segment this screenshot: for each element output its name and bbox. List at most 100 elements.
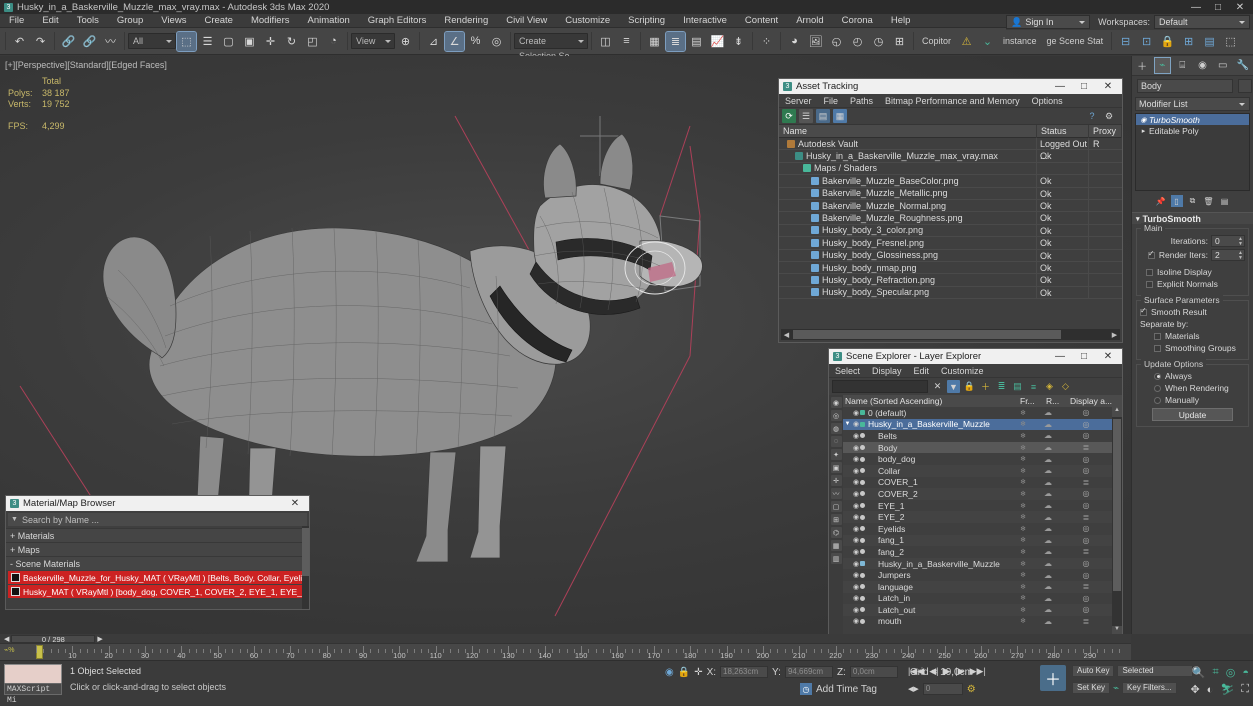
freeze-icon[interactable]: ❄ [1010, 490, 1036, 498]
copitor-label[interactable]: Copitor [917, 36, 956, 46]
freeze-icon[interactable]: ❄ [1010, 467, 1036, 475]
tab-motion[interactable]: ◉ [1195, 58, 1210, 73]
modifier-stack-item[interactable]: ◉ TurboSmooth [1136, 114, 1249, 125]
smooth-result-checkbox[interactable] [1140, 306, 1147, 316]
render-icon[interactable]: ☁ [1036, 524, 1060, 533]
unlink-selection-icon[interactable]: 🔗 [80, 32, 99, 51]
select-and-place-icon[interactable]: ◔ [324, 32, 343, 51]
asset-menu-paths[interactable]: Paths [844, 96, 879, 106]
column-header-status[interactable]: Status [1037, 124, 1089, 138]
asset-close-button[interactable]: ✕ [1096, 81, 1120, 92]
show-groups-icon[interactable]: ▢ [830, 501, 842, 512]
window-crossing-icon[interactable]: ▣ [240, 32, 259, 51]
render-icon[interactable]: ☁ [1036, 605, 1060, 614]
freeze-icon[interactable]: ❄ [1010, 444, 1036, 452]
select-container-icon[interactable]: ⬚ [1221, 32, 1240, 51]
visibility-eye-icon[interactable]: ◉ [852, 571, 860, 579]
scene-minimize-button[interactable]: — [1048, 351, 1072, 362]
select-and-rotate-icon[interactable]: ↻ [282, 32, 301, 51]
menu-item-tools[interactable]: Tools [68, 14, 108, 28]
column-header-proxy[interactable]: Proxy R [1089, 124, 1122, 149]
asset-name-cell[interactable]: Bakerville_Muzzle_BaseColor.png [779, 175, 1037, 187]
layer-row[interactable]: ◉ COVER_1 ❄ ☁ ≣ [843, 477, 1112, 489]
tab-modify[interactable]: ⌁ [1153, 57, 1171, 74]
track-bar[interactable]: ⌁% 10 20 30 40 50 60 70 80 90 100 110 120 130 140 150 1… [0, 643, 1131, 660]
display-properties-icon[interactable]: ◎ [1060, 501, 1112, 510]
z-coordinate-field[interactable]: 0,0cm [849, 666, 898, 678]
visibility-eye-icon[interactable]: ◉ [852, 478, 860, 486]
display-properties-icon[interactable]: ◎ [1060, 489, 1112, 498]
freeze-icon[interactable]: ❄ [1010, 617, 1036, 625]
render-icon[interactable]: ☁ [1036, 455, 1060, 464]
menu-item-graph-editors[interactable]: Graph Editors [359, 14, 436, 28]
scene-close-button[interactable]: ✕ [1096, 351, 1120, 362]
tab-create[interactable]: ＋ [1135, 58, 1150, 73]
show-shapes-icon[interactable]: ◌ [830, 436, 842, 447]
container-icon[interactable]: ⊡ [1137, 32, 1156, 51]
expand-toggle-icon[interactable]: ▼ [843, 421, 852, 427]
display-properties-icon[interactable]: ≣ [1060, 443, 1112, 452]
layer-row[interactable]: ◉ Belts ❄ ☁ ◎ [843, 430, 1112, 442]
display-properties-icon[interactable]: ◎ [1060, 524, 1112, 533]
asset-row[interactable]: Husky_body_Fresnel.png Ok [779, 237, 1122, 250]
scroll-right-arrow[interactable]: ▶ [1109, 331, 1120, 339]
visibility-eye-icon[interactable]: ◉ [852, 502, 860, 510]
asset-row[interactable]: Husky_body_3_color.png Ok [779, 224, 1122, 238]
material-scroll-thumb[interactable] [302, 528, 309, 576]
separate-smoothing-groups-checkbox[interactable] [1154, 344, 1161, 352]
x-coordinate-field[interactable]: 18,263cm [720, 666, 769, 678]
particle-view-icon[interactable]: ⁘ [757, 32, 776, 51]
asset-name-cell[interactable]: Bakerville_Muzzle_Metallic.png [779, 187, 1037, 199]
modifier-eye-icon[interactable]: ◉ [1138, 116, 1149, 124]
separate-materials-checkbox[interactable] [1154, 332, 1161, 340]
previous-frame-icon[interactable]: ◀| [929, 666, 938, 677]
freeze-icon[interactable]: ❄ [1010, 420, 1036, 428]
manage-scene-states-icon[interactable]: ⊟ [1116, 32, 1135, 51]
visibility-eye-icon[interactable]: ◉ [852, 548, 860, 556]
select-and-move-icon[interactable]: ✛ [261, 32, 280, 51]
asset-row[interactable]: Husky_body_Glossiness.png Ok [779, 249, 1122, 262]
visibility-eye-icon[interactable]: ◉ [852, 606, 860, 614]
refresh-icon[interactable]: ⟳ [782, 109, 796, 123]
render-icon[interactable]: ☁ [1036, 559, 1060, 568]
asset-row[interactable]: Bakerville_Muzzle_Roughness.png Ok [779, 212, 1122, 225]
key-mode-toggle-icon[interactable]: ⌁ [1113, 683, 1119, 694]
scene-menu-select[interactable]: Select [829, 366, 866, 376]
add-time-tag-label[interactable]: Add Time Tag [816, 684, 877, 695]
scroll-up-arrow[interactable]: ▲ [1112, 407, 1122, 417]
sign-in-button[interactable]: 👤 Sign In [1006, 15, 1091, 29]
render-icon[interactable]: ☁ [1036, 478, 1060, 487]
asset-menu-options[interactable]: Options [1026, 96, 1069, 106]
named-selection-set-field[interactable]: Create Selection Se [514, 33, 588, 61]
remove-modifier-icon[interactable]: 🗑 [1203, 195, 1215, 207]
render-icon[interactable]: ☁ [1036, 443, 1060, 452]
tab-hierarchy[interactable]: ⌸ [1175, 58, 1190, 73]
scene-menu-customize[interactable]: Customize [935, 366, 990, 376]
asset-name-cell[interactable]: Husky_body_nmap.png [779, 261, 1037, 274]
asset-row[interactable]: Maps / Shaders [779, 162, 1122, 176]
render-icon[interactable]: ☁ [1036, 408, 1060, 417]
asset-name-cell[interactable]: Autodesk Vault [779, 138, 1037, 150]
use-pivot-center-icon[interactable]: ⊕ [396, 32, 415, 51]
freeze-icon[interactable]: ❄ [1010, 594, 1036, 602]
tab-utilities[interactable]: 🔧 [1235, 58, 1250, 73]
show-helpers-icon[interactable]: ✛ [830, 475, 842, 486]
menu-item-views[interactable]: Views [152, 14, 195, 28]
render-icon[interactable]: ☁ [1036, 431, 1060, 440]
visibility-eye-icon[interactable]: ◉ [852, 432, 860, 440]
layer-row[interactable]: ◉ Collar ❄ ☁ ◎ [843, 464, 1112, 477]
freeze-icon[interactable]: ❄ [1010, 409, 1036, 417]
asset-row[interactable]: Husky_in_a_Baskerville_Muzzle_max_vray.m… [779, 150, 1122, 163]
render-icon[interactable]: ☁ [1036, 547, 1060, 556]
ribbon-toggle-icon[interactable]: ▤ [687, 32, 706, 51]
layer-column-display[interactable]: Display a... [1070, 396, 1122, 406]
lock-icon[interactable]: 🔒 [963, 380, 976, 393]
selection-lock-icon[interactable]: ◉ [665, 667, 674, 678]
close-button[interactable]: ✕ [1229, 2, 1251, 13]
display-properties-icon[interactable]: ◎ [1060, 536, 1112, 545]
menu-item-corona[interactable]: Corona [833, 14, 882, 28]
go-to-start-icon[interactable]: |◀◀ [908, 666, 924, 677]
expand-all-icon[interactable]: ▦ [830, 540, 842, 551]
key-mode-icon[interactable]: ⌁% [4, 646, 14, 654]
y-coordinate-field[interactable]: 94,669cm [784, 666, 833, 678]
